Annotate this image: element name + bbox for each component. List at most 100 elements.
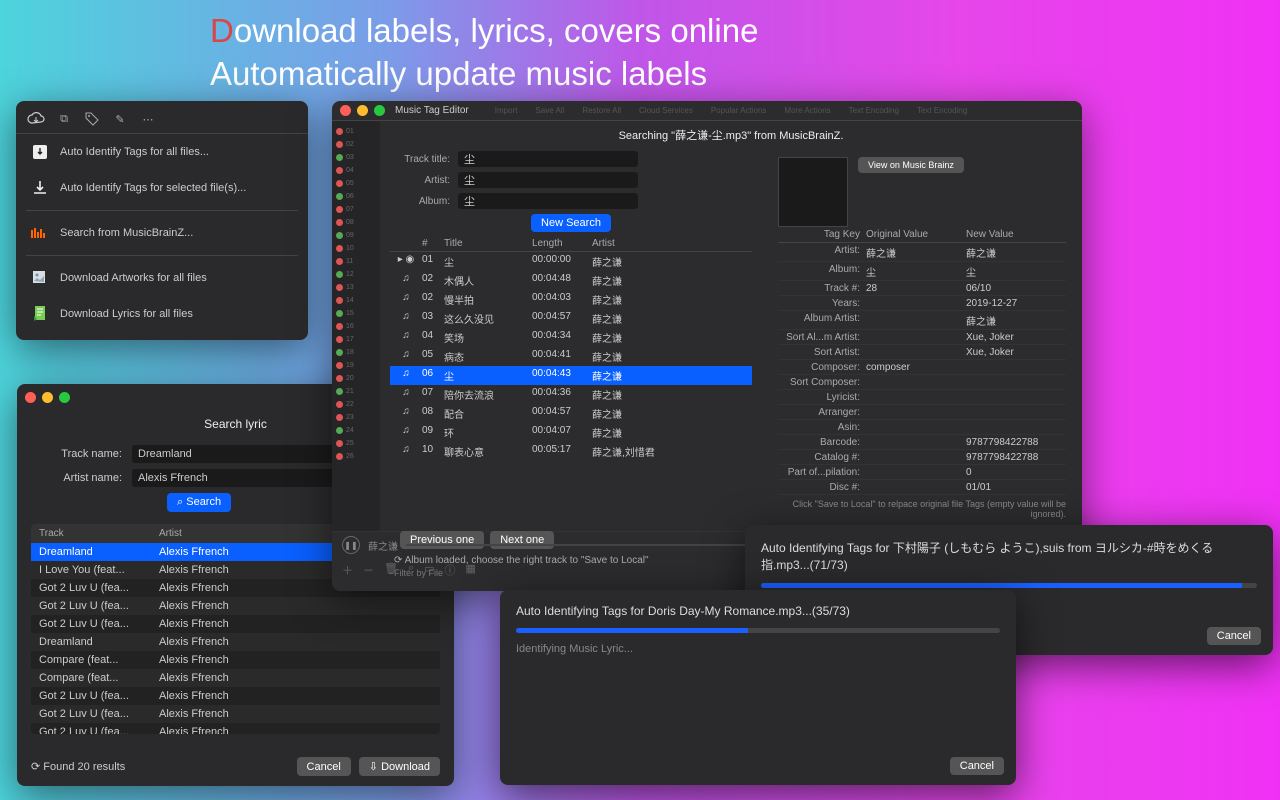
table-row[interactable]: Album Artist:薛之谦 [778, 311, 1066, 330]
table-row[interactable]: ♫05病态00:04:41薛之谦 [390, 347, 752, 366]
table-row[interactable]: ♫07陪你去流浪00:04:36薛之谦 [390, 385, 752, 404]
list-item[interactable]: 13 [336, 281, 376, 293]
toolbar-item[interactable]: Cloud Services [633, 106, 699, 115]
list-item[interactable]: 17 [336, 333, 376, 345]
cancel-button[interactable]: Cancel [297, 757, 351, 776]
toolbar-item[interactable]: Text Encoding [843, 106, 905, 115]
list-item[interactable]: 05 [336, 177, 376, 189]
download-button[interactable]: ⇩ Download [359, 757, 440, 776]
list-item[interactable]: 09 [336, 229, 376, 241]
table-row[interactable]: ♫09环00:04:07薛之谦 [390, 423, 752, 442]
table-row[interactable]: Got 2 Luv U (fea...Alexis Ffrench [31, 615, 440, 633]
list-item[interactable]: 03 [336, 151, 376, 163]
toolbar-item[interactable]: Text Encoding [911, 106, 973, 115]
list-item[interactable]: 04 [336, 164, 376, 176]
table-row[interactable]: Sort Artist:Xue, Joker [778, 345, 1066, 360]
col-artist[interactable]: Artist [159, 528, 182, 539]
previous-button[interactable]: Previous one [400, 531, 484, 549]
menu-download-lyrics[interactable]: Download Lyrics for all files [16, 296, 308, 332]
list-item[interactable]: 06 [336, 190, 376, 202]
zoom-icon[interactable] [59, 392, 70, 403]
toolbar-item[interactable]: Import [489, 106, 524, 115]
minimize-icon[interactable] [357, 105, 368, 116]
table-row[interactable]: ♫02木偶人00:04:48薛之谦 [390, 271, 752, 290]
new-search-button[interactable]: New Search [531, 214, 611, 232]
close-icon[interactable] [25, 392, 36, 403]
list-item[interactable]: 24 [336, 424, 376, 436]
list-item[interactable]: 22 [336, 398, 376, 410]
remove-icon[interactable]: － [363, 562, 374, 578]
toolbar-item[interactable]: More Actions [778, 106, 836, 115]
list-item[interactable]: 15 [336, 307, 376, 319]
list-item[interactable]: 08 [336, 216, 376, 228]
track-title-input[interactable] [458, 151, 638, 167]
tag-icon[interactable] [82, 111, 102, 127]
table-row[interactable]: Lyricist: [778, 390, 1066, 405]
table-row[interactable]: ♫04笑场00:04:34薛之谦 [390, 328, 752, 347]
list-item[interactable]: 16 [336, 320, 376, 332]
more-icon[interactable]: ⋯ [138, 111, 158, 127]
menu-search-musicbrainz[interactable]: Search from MusicBrainZ... [16, 215, 308, 251]
table-row[interactable]: Disc #:01/01 [778, 480, 1066, 495]
toolbar-item[interactable]: Restore All [576, 106, 627, 115]
toolbar-item[interactable]: Save All [529, 106, 570, 115]
close-icon[interactable] [340, 105, 351, 116]
view-musicbrainz-button[interactable]: View on Music Brainz [858, 157, 964, 173]
edit-icon[interactable]: ✎ [110, 111, 130, 127]
table-row[interactable]: ♫06尘00:04:43薛之谦 [390, 366, 752, 385]
zoom-icon[interactable] [374, 105, 385, 116]
list-item[interactable]: 26 [336, 450, 376, 462]
list-item[interactable]: 23 [336, 411, 376, 423]
table-row[interactable]: ♫02慢半拍00:04:03薛之谦 [390, 290, 752, 309]
cloud-icon[interactable] [26, 111, 46, 127]
list-item[interactable]: 07 [336, 203, 376, 215]
play-pause-button[interactable]: ❚❚ [342, 536, 360, 554]
menu-auto-identify-selected[interactable]: Auto Identify Tags for selected file(s).… [16, 170, 308, 206]
table-row[interactable]: ▸ ◉01尘00:00:00薛之谦 [390, 252, 752, 271]
trash-icon[interactable]: 🗑 [384, 562, 398, 578]
list-item[interactable]: 12 [336, 268, 376, 280]
search-icon[interactable]: ⌕ [408, 562, 414, 578]
table-row[interactable]: Part of...pilation:0 [778, 465, 1066, 480]
table-row[interactable]: Catalog #:9787798422788 [778, 450, 1066, 465]
menu-auto-identify-all[interactable]: Auto Identify Tags for all files... [16, 134, 308, 170]
table-row[interactable]: Got 2 Luv U (fea...Alexis Ffrench [31, 597, 440, 615]
table-row[interactable]: DreamlandAlexis Ffrench [31, 633, 440, 651]
table-row[interactable]: Track #:2806/10 [778, 281, 1066, 296]
col-track[interactable]: Track [39, 528, 159, 539]
list-item[interactable]: 11 [336, 255, 376, 267]
folder-icon[interactable]: ▭ [424, 562, 434, 578]
table-row[interactable]: Composer:composer [778, 360, 1066, 375]
list-item[interactable]: 10 [336, 242, 376, 254]
table-row[interactable]: Got 2 Luv U (fea...Alexis Ffrench [31, 687, 440, 705]
list-item[interactable]: 21 [336, 385, 376, 397]
add-icon[interactable]: ＋ [342, 562, 353, 578]
info-icon[interactable]: ⓘ [445, 562, 456, 578]
table-row[interactable]: Compare (feat...Alexis Ffrench [31, 669, 440, 687]
album-input[interactable] [458, 193, 638, 209]
minimize-icon[interactable] [42, 392, 53, 403]
list-item[interactable]: 18 [336, 346, 376, 358]
list-item[interactable]: 14 [336, 294, 376, 306]
table-row[interactable]: Got 2 Luv U (fea...Alexis Ffrench [31, 705, 440, 723]
table-row[interactable]: Years:2019-12-27 [778, 296, 1066, 311]
next-button[interactable]: Next one [490, 531, 554, 549]
table-row[interactable]: Got 2 Luv U (fea...Alexis Ffrench [31, 723, 440, 734]
cancel-button[interactable]: Cancel [1207, 627, 1261, 645]
table-row[interactable]: Album:尘尘 [778, 262, 1066, 281]
list-item[interactable]: 19 [336, 359, 376, 371]
cover-placeholder[interactable] [778, 157, 848, 227]
table-row[interactable]: Artist:薛之谦薛之谦 [778, 243, 1066, 262]
grid-icon[interactable]: ▦ [466, 562, 476, 578]
table-row[interactable]: Compare (feat...Alexis Ffrench [31, 651, 440, 669]
rename-icon[interactable]: ⧉ [54, 111, 74, 127]
table-row[interactable]: Sort Al...m Artist:Xue, Joker [778, 330, 1066, 345]
cancel-button[interactable]: Cancel [950, 757, 1004, 775]
table-row[interactable]: ♫10聊表心意00:05:17薛之谦,刘惜君 [390, 442, 752, 461]
artist-input[interactable] [458, 172, 638, 188]
list-item[interactable]: 25 [336, 437, 376, 449]
menu-download-artworks[interactable]: Download Artworks for all files [16, 260, 308, 296]
table-row[interactable]: Sort Composer: [778, 375, 1066, 390]
search-button[interactable]: ⌕ Search [167, 493, 231, 512]
list-item[interactable]: 01 [336, 125, 376, 137]
